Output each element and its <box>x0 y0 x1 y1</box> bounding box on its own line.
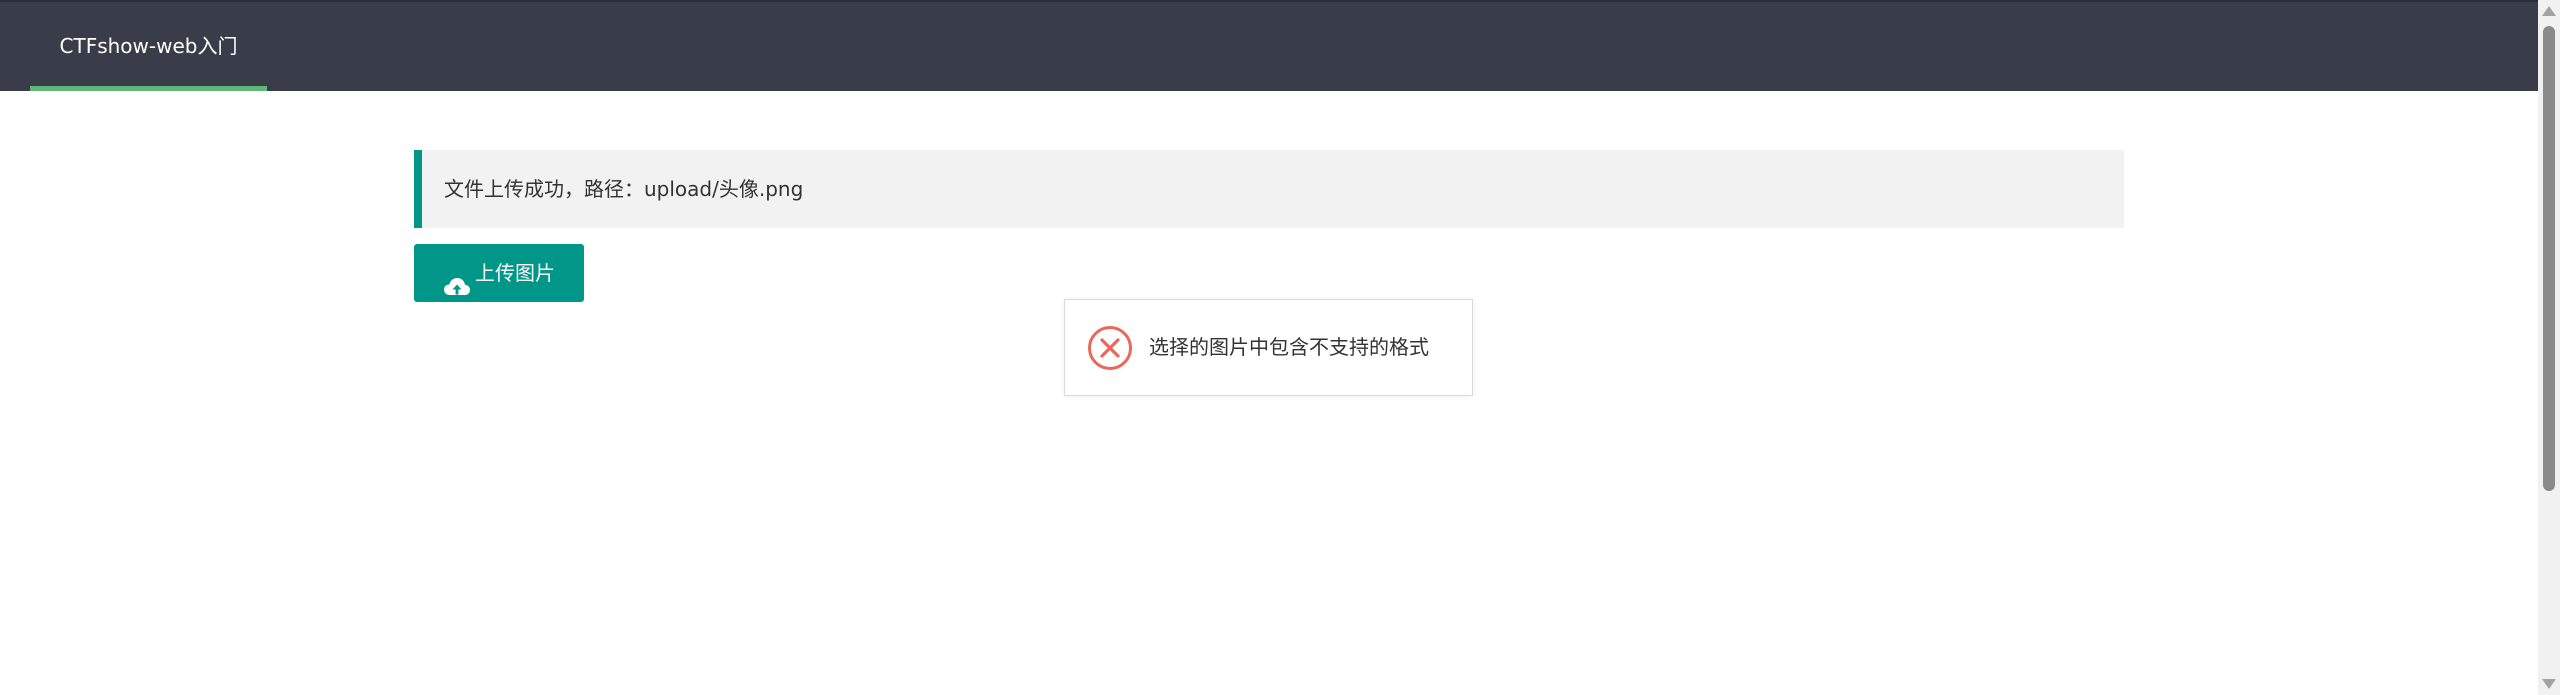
top-navigation-bar: CTFshow-web入门 <box>0 0 2538 91</box>
nav-tab-ctfshow-web[interactable]: CTFshow-web入门 <box>30 2 267 91</box>
page: CTFshow-web入门 文件上传成功，路径：upload/头像.png 上传… <box>0 0 2560 695</box>
upload-success-notice: 文件上传成功，路径：upload/头像.png <box>414 150 2124 228</box>
nav-tab-label: CTFshow-web入门 <box>59 34 238 58</box>
error-circle-icon <box>1087 325 1133 371</box>
scroll-up-arrow-icon[interactable] <box>2542 6 2556 16</box>
cloud-upload-icon <box>443 262 471 295</box>
upload-image-button[interactable]: 上传图片 <box>414 244 584 302</box>
scrollbar-thumb[interactable] <box>2543 26 2555 491</box>
error-toast: 选择的图片中包含不支持的格式 <box>1064 299 1473 396</box>
upload-button-label: 上传图片 <box>475 261 555 285</box>
vertical-scrollbar[interactable] <box>2538 0 2560 695</box>
scroll-down-arrow-icon[interactable] <box>2542 679 2556 689</box>
error-toast-message: 选择的图片中包含不支持的格式 <box>1149 335 1429 359</box>
notice-text: 文件上传成功，路径：upload/头像.png <box>444 177 804 201</box>
